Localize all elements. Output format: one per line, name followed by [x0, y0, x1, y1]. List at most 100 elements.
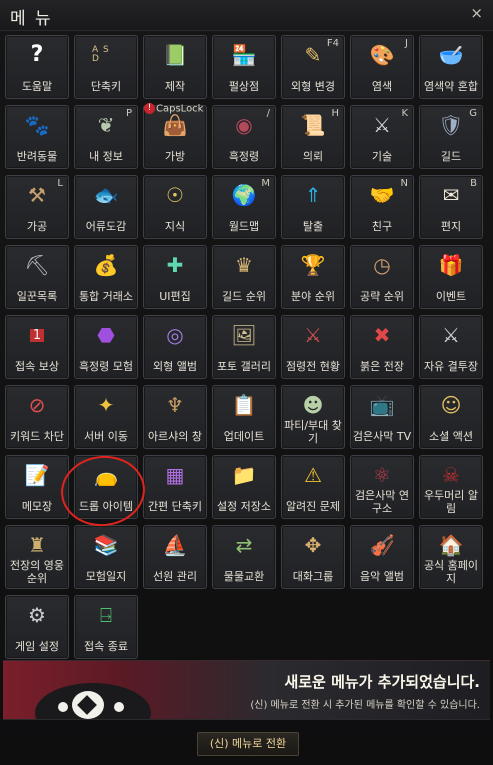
menu-tile-simple-shortcut[interactable]: ▦ 간편 단축키 — [143, 455, 207, 519]
menu-tile-official-homepage[interactable]: 🏠 공식 홈페이지 — [419, 525, 483, 589]
envelope-icon: ✉ — [442, 183, 460, 207]
menu-tile-friends[interactable]: 🤝 N 친구 — [350, 175, 414, 239]
pearl-shop-icon: 🏪 — [231, 43, 257, 67]
tile-label: 편지 — [440, 220, 462, 233]
new-menu-banner: 새로운 메뉴가 추가되었습니다. (신) 메뉴로 전환 시 추가된 메뉴를 확인… — [3, 660, 490, 720]
menu-tile-guild-ranking[interactable]: ♛ 길드 순위 — [212, 245, 276, 309]
menu-tile-dye-mix[interactable]: 🥣 염색약 혼합 — [419, 35, 483, 99]
menu-tile-pearl-shop[interactable]: 🏪 펄상점 — [212, 35, 276, 99]
menu-tile-processing[interactable]: ⚒ L 가공 — [5, 175, 69, 239]
exit-door-icon: ⍈ — [100, 603, 112, 627]
menu-tile-arsha-window[interactable]: ♆ 아르샤의 창 — [143, 385, 207, 449]
tile-label: 기술 — [371, 150, 393, 163]
menu-tile-red-battlefield[interactable]: ✖ 붉은 전장 — [350, 315, 414, 379]
menu-tile-settings-storage[interactable]: 📁 설정 저장소 — [212, 455, 276, 519]
tile-label: 검은사막 TV — [352, 430, 412, 443]
camera-lens-icon: ◎ — [166, 323, 184, 347]
tile-label: 점령전 현황 — [285, 360, 341, 373]
switch-to-new-menu-button[interactable]: (신) 메뉴로 전환 — [197, 732, 299, 756]
warning-icon: ⚠ — [304, 463, 322, 487]
tile-label: 붉은 전장 — [360, 360, 404, 373]
menu-tile-memo[interactable]: 📝 메모장 — [5, 455, 69, 519]
party-icon: ☻ — [302, 393, 324, 417]
menu-tile-social-action[interactable]: ☺ 소셜 액션 — [419, 385, 483, 449]
dye-bowl-icon: 🥣 — [438, 43, 464, 67]
boss-skull-icon: ☠ — [442, 463, 460, 487]
menu-tile-request[interactable]: 📜 H 의뢰 — [281, 105, 345, 169]
menu-tile-update[interactable]: 📋 업데이트 — [212, 385, 276, 449]
menu-tile-group-chat[interactable]: ✥ 대화그룹 — [281, 525, 345, 589]
menu-tile-free-arena[interactable]: ⚔ 자유 결투장 — [419, 315, 483, 379]
menu-tile-party-find[interactable]: ☻ 파티/부대 찾기 — [281, 385, 345, 449]
menu-tile-server-move[interactable]: ✦ 서버 이동 — [74, 385, 138, 449]
paw-icon: 🐾 — [24, 113, 50, 137]
banner-title: 새로운 메뉴가 추가되었습니다. — [284, 673, 480, 691]
feather-icon: ❦ — [97, 113, 115, 137]
menu-tile-black-spirit[interactable]: ◉ / 흑정령 — [212, 105, 276, 169]
menu-tile-dye[interactable]: 🎨 J 염색 — [350, 35, 414, 99]
hotkey-label: F4 — [326, 38, 339, 49]
menu-tile-guild[interactable]: 🛡 G 길드 — [419, 105, 483, 169]
tile-label: 설정 저장소 — [216, 500, 272, 513]
menu-tile-help[interactable]: ? 도움말 — [5, 35, 69, 99]
menu-tile-bag[interactable]: 👜! CapsLock 가방 — [143, 103, 207, 169]
block-chat-icon: ⊘ — [28, 393, 46, 417]
tile-label: 염색약 혼합 — [423, 80, 479, 93]
menu-tile-mail[interactable]: ✉ B 편지 — [419, 175, 483, 239]
menu-tile-events[interactable]: 🎁 이벤트 — [419, 245, 483, 309]
menu-tile-drop-item[interactable]: 👝 드롭 아이템 — [74, 455, 138, 519]
tile-label: 전장의 영웅 순위 — [9, 559, 65, 585]
menu-tile-photo-gallery[interactable]: 🖼 포토 갤러리 — [212, 315, 276, 379]
menu-tile-adventure-log[interactable]: 📚 모험일지 — [74, 525, 138, 589]
menu-tile-skills[interactable]: ⚔ K 기술 — [350, 105, 414, 169]
tile-label: 일꾼목록 — [16, 290, 58, 303]
menu-tile-keyword-block[interactable]: ⊘ 키워드 차단 — [5, 385, 69, 449]
hotkey-label: G — [469, 108, 477, 119]
menu-tile-fish-encyclopedia[interactable]: 🐟 어류도감 — [74, 175, 138, 239]
tile-label: UI편집 — [159, 290, 191, 303]
notes-icon: 📋 — [231, 393, 257, 417]
menu-tile-barter[interactable]: ⇄ 물물교환 — [212, 525, 276, 589]
keyboard-icon: A S D — [92, 45, 110, 64]
scroll-icon: 📜 — [300, 113, 326, 137]
menu-tile-ui-edit[interactable]: ✚ UI편집 — [143, 245, 207, 309]
menu-tile-research-lab[interactable]: ⚛ 검은사막 연구소 — [350, 455, 414, 519]
menu-tile-black-desert-tv[interactable]: 📺 검은사막 TV — [350, 385, 414, 449]
menu-tile-escape[interactable]: ⇑ 탈출 — [281, 175, 345, 239]
menu-tile-sailor-management[interactable]: ⛵ 선원 관리 — [143, 525, 207, 589]
tile-label: 자유 결투장 — [423, 360, 479, 373]
menu-tile-exit-game[interactable]: ⍈ 접속 종료 — [74, 595, 138, 659]
menu-tile-crafting[interactable]: 📗 제작 — [143, 35, 207, 99]
menu-tile-knowledge[interactable]: ☉ 지식 — [143, 175, 207, 239]
grid-shortcut-icon: ▦ — [165, 463, 185, 487]
menu-tile-occupation-status[interactable]: ⚔ 점령전 현황 — [281, 315, 345, 379]
clock-medal-icon: ◷ — [373, 253, 391, 277]
tile-label: 외형 변경 — [291, 80, 335, 93]
black-spirit-icon: ◉ — [235, 113, 253, 137]
menu-tile-field-ranking[interactable]: 🏆 분야 순위 — [281, 245, 345, 309]
close-icon[interactable]: × — [470, 4, 483, 22]
group-chat-icon: ✥ — [304, 533, 322, 557]
menu-tile-appearance-change[interactable]: ✎ F4 외형 변경 — [281, 35, 345, 99]
menu-tile-battlefield-hero-ranking[interactable]: ♜ 전장의 영웅 순위 — [5, 525, 69, 589]
menu-tile-ugudeuri-alert[interactable]: ☠ 우두머리 알림 — [419, 455, 483, 519]
menu-tile-world-map[interactable]: 🌍 M 월드맵 — [212, 175, 276, 239]
menu-tile-attack-ranking[interactable]: ◷ 공략 순위 — [350, 245, 414, 309]
menu-tile-known-issues[interactable]: ⚠ 알려진 문제 — [281, 455, 345, 519]
menu-tile-my-info[interactable]: ❦ P 내 정보 — [74, 105, 138, 169]
hotkey-label: N — [400, 178, 408, 189]
menu-tile-attendance-reward[interactable]: 1 접속 보상 — [5, 315, 69, 379]
menu-tile-shortcut-keys[interactable]: A S D 단축키 — [74, 35, 138, 99]
menu-tile-central-market[interactable]: 💰 통합 거래소 — [74, 245, 138, 309]
menu-tile-black-spirit-adventure[interactable]: ⬣ 흑정령 모험 — [74, 315, 138, 379]
purple-orb-icon: ⬣ — [97, 323, 115, 347]
menu-tile-appearance-album[interactable]: ◎ 외형 앨범 — [143, 315, 207, 379]
menu-tile-pets[interactable]: 🐾 반려동물 — [5, 105, 69, 169]
menu-tile-game-settings[interactable]: ⚙ 게임 설정 — [5, 595, 69, 659]
menu-tile-worker-list[interactable]: ⛏ 일꾼목록 — [5, 245, 69, 309]
menu-tile-music-album[interactable]: 🎻 음악 앨범 — [350, 525, 414, 589]
crossed-swords-shield-icon: ⚔ — [304, 323, 322, 347]
tile-label: 서버 이동 — [84, 430, 128, 443]
sailor-hat-icon: ⛵ — [162, 533, 188, 557]
handshake-icon: 🤝 — [369, 183, 395, 207]
